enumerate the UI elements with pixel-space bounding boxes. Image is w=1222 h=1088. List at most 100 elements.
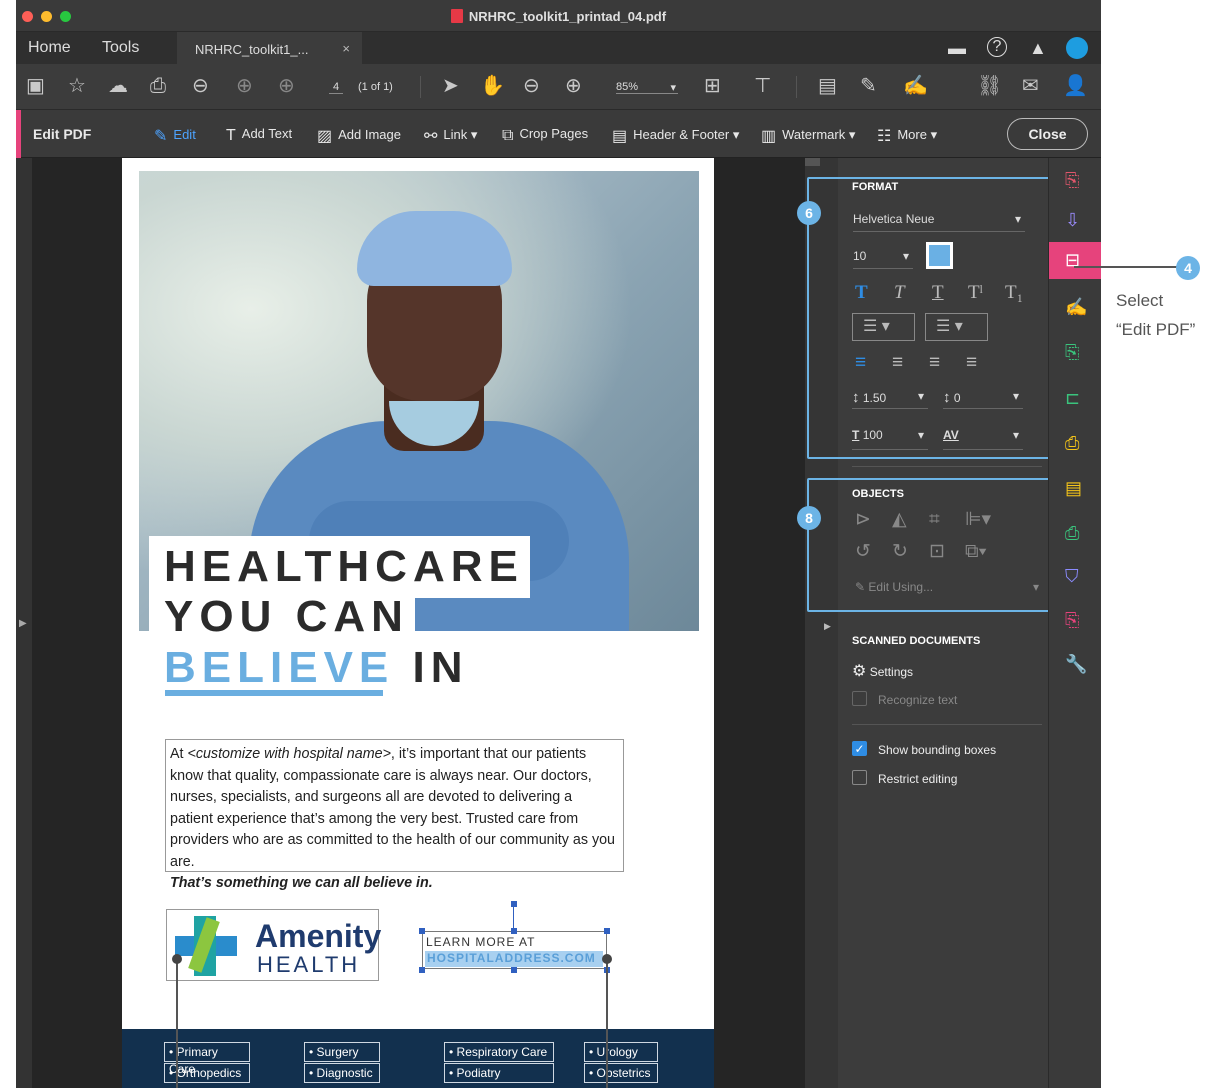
- services-footer: • Primary Care • Orthopedics • Surgery •…: [122, 1029, 714, 1088]
- acrobat-window: NRHRC_toolkit1_printad_04.pdf Home Tools…: [16, 0, 1101, 1088]
- header-footer-icon: ▤: [612, 128, 628, 145]
- next-page-icon[interactable]: ⊕: [278, 75, 295, 97]
- body-paragraph[interactable]: At <customize with hospital name>, it’s …: [165, 739, 624, 891]
- show-bounding-boxes-checkbox[interactable]: ✓: [852, 741, 867, 756]
- selection-handle[interactable]: [511, 967, 517, 973]
- headline-line-1[interactable]: HEALTHCARE: [164, 545, 524, 589]
- headline-in: IN: [412, 643, 469, 692]
- home-tab[interactable]: Home: [28, 39, 71, 57]
- hand-tool-icon[interactable]: ✋: [480, 75, 505, 97]
- add-user-icon[interactable]: 👤: [1063, 75, 1088, 97]
- organize-pages-icon[interactable]: ⊏: [1065, 388, 1080, 408]
- headline-line-2[interactable]: YOU CAN: [164, 595, 409, 639]
- more-tools-wrench-icon[interactable]: 🔧: [1065, 654, 1087, 674]
- comment-note-icon[interactable]: ▤: [818, 75, 837, 97]
- service-item[interactable]: • Surgery: [304, 1042, 380, 1062]
- more-list-icon: ☷: [877, 128, 892, 145]
- service-item[interactable]: • Diagnostic: [304, 1063, 380, 1083]
- combine-files-icon[interactable]: ⎘: [1065, 342, 1079, 362]
- link-icon: ⚯: [424, 128, 438, 145]
- link-label: Link: [443, 127, 468, 142]
- recognize-text-checkbox[interactable]: [852, 691, 867, 706]
- more-button[interactable]: ☷ More ▾: [877, 126, 937, 146]
- read-mode-icon[interactable]: ⊤: [754, 75, 771, 97]
- scan-ocr-icon[interactable]: ⎙: [1065, 523, 1079, 543]
- upload-cloud-icon[interactable]: ☁: [108, 75, 128, 97]
- selection-handle[interactable]: [419, 928, 425, 934]
- collapse-panel-icon[interactable]: ▶: [824, 621, 831, 632]
- previous-page-icon[interactable]: ⊕: [236, 75, 253, 97]
- service-item[interactable]: • Podiatry: [444, 1063, 554, 1083]
- help-icon[interactable]: ?: [987, 37, 1007, 57]
- title-bar: NRHRC_toolkit1_printad_04.pdf: [16, 0, 1101, 32]
- print-production-icon[interactable]: ⎘: [1065, 610, 1079, 630]
- comment-icon[interactable]: ▬: [948, 38, 966, 58]
- account-avatar-icon[interactable]: [1066, 37, 1088, 59]
- paragraph-text: , it’s important that our patients know …: [170, 746, 616, 870]
- rotate-handle[interactable]: [511, 901, 517, 907]
- page-number-field[interactable]: 4: [329, 81, 344, 94]
- page-count: (1 of 1): [358, 81, 393, 93]
- add-image-button[interactable]: ▨ Add Image: [317, 126, 401, 146]
- service-item[interactable]: • Respiratory Care: [444, 1042, 554, 1062]
- settings-label: Settings: [869, 665, 914, 679]
- close-tab-icon[interactable]: ×: [342, 41, 350, 56]
- protect-shield-icon[interactable]: ⛉: [1065, 566, 1079, 586]
- headline-line-3[interactable]: BELIEVE IN: [164, 646, 469, 690]
- save-icon[interactable]: ▣: [26, 75, 45, 97]
- edit-button[interactable]: ✎ Edit: [154, 126, 196, 146]
- notifications-bell-icon[interactable]: ▲: [1029, 38, 1047, 58]
- service-item[interactable]: • Obstetrics: [584, 1063, 658, 1083]
- watermark-icon: ▥: [761, 128, 777, 145]
- learn-more-textbox[interactable]: LEARN MORE AT HOSPITALADDRESS.COM: [422, 931, 607, 969]
- chevron-down-icon: ▾: [670, 82, 676, 94]
- callout-leader-logo: [176, 959, 178, 1088]
- tools-tab[interactable]: Tools: [102, 39, 139, 57]
- export-pdf-icon[interactable]: ⇩: [1065, 210, 1080, 230]
- toolbar-divider: [796, 76, 797, 98]
- show-bounding-boxes-label: Show bounding boxes: [878, 743, 997, 757]
- annotation-edit-pdf: “Edit PDF”: [1116, 320, 1196, 339]
- zoom-in-icon[interactable]: ⊕: [565, 75, 582, 97]
- header-footer-label: Header & Footer: [633, 127, 730, 142]
- add-text-button[interactable]: T Add Text: [226, 126, 292, 145]
- print-icon[interactable]: ⎙: [150, 75, 166, 97]
- crop-pages-button[interactable]: ⧉ Crop Pages: [502, 126, 588, 145]
- hospital-address-text: HOSPITALADDRESS.COM: [425, 951, 603, 967]
- select-arrow-icon[interactable]: ➤: [442, 75, 459, 97]
- fit-page-icon[interactable]: ⊞: [704, 75, 721, 97]
- amenity-health-logo[interactable]: Amenity HEALTH: [166, 909, 381, 981]
- settings-button[interactable]: ⚙ Settings: [852, 661, 913, 681]
- pdf-page: HEALTHCARE YOU CAN BELIEVE IN At <custom…: [122, 158, 714, 1088]
- header-footer-button[interactable]: ▤ Header & Footer ▾: [612, 126, 739, 146]
- close-button[interactable]: Close: [1007, 118, 1088, 150]
- edit-pdf-title: Edit PDF: [33, 126, 92, 142]
- selection-handle[interactable]: [419, 967, 425, 973]
- link-button[interactable]: ⚯ Link ▾: [424, 126, 477, 146]
- window-title-text: NRHRC_toolkit1_printad_04.pdf: [468, 9, 667, 24]
- watermark-button[interactable]: ▥ Watermark ▾: [761, 126, 855, 146]
- document-tab[interactable]: NRHRC_toolkit1_... ×: [177, 32, 362, 64]
- restrict-editing-checkbox[interactable]: [852, 770, 867, 785]
- email-icon[interactable]: ✉: [1022, 75, 1039, 97]
- bookmark-star-icon[interactable]: ☆: [68, 75, 86, 97]
- fill-sign-icon[interactable]: ✍: [903, 75, 928, 97]
- annotation-select: Select: [1116, 291, 1164, 310]
- panel-divider: [852, 466, 1042, 467]
- zoom-search-icon[interactable]: ⊖: [192, 75, 209, 97]
- edit-pdf-accent: [16, 110, 21, 158]
- comment-tool-icon[interactable]: ▤: [1065, 478, 1082, 498]
- zoom-select[interactable]: 85% ▾: [616, 81, 678, 94]
- fill-sign-tool-icon[interactable]: ✍: [1065, 297, 1087, 317]
- share-link-icon[interactable]: ⛓: [977, 75, 1002, 97]
- expand-left-panel-icon[interactable]: ▶: [19, 618, 27, 629]
- callout-leader-4: [1074, 266, 1181, 268]
- service-item[interactable]: • Urology: [584, 1042, 658, 1062]
- create-pdf-icon[interactable]: ⎘: [1065, 170, 1079, 190]
- zoom-out-icon[interactable]: ⊖: [523, 75, 540, 97]
- highlight-pen-icon[interactable]: ✎: [860, 75, 877, 97]
- send-for-review-icon[interactable]: ⎙: [1065, 433, 1079, 453]
- selection-handle[interactable]: [604, 928, 610, 934]
- callout-badge-4: 4: [1176, 256, 1200, 280]
- selection-handle[interactable]: [511, 928, 517, 934]
